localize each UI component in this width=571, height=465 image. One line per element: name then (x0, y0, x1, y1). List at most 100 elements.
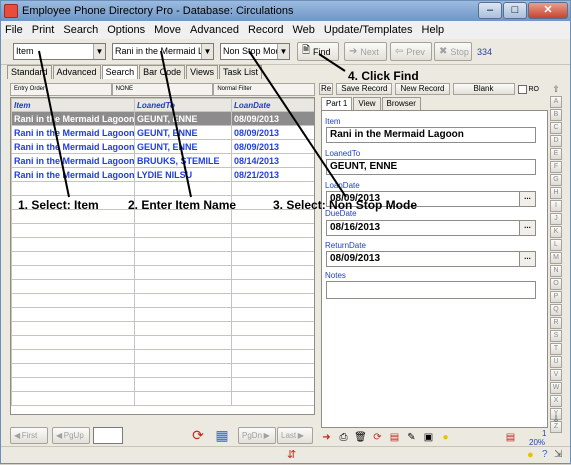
color-grid-icon[interactable]: ▦ (212, 426, 232, 445)
alpha-button[interactable]: I (550, 200, 562, 212)
alpha-button[interactable]: P (550, 291, 562, 303)
alpha-button[interactable]: C (550, 122, 562, 134)
date-picker-icon[interactable]: ... (519, 221, 535, 235)
menu-web[interactable]: Web (292, 24, 314, 36)
table-row[interactable]: Rani in the Mermaid Lagoon GEUNT, ENNE 0… (11, 125, 314, 140)
resize-grip-icon[interactable]: ⇲ (554, 449, 566, 461)
sort-order-button[interactable]: Entry Order (10, 83, 112, 96)
alpha-button[interactable]: A (550, 96, 562, 108)
pgdn-button[interactable]: PgDn ▶ (238, 427, 276, 444)
chevron-down-icon[interactable]: ▼ (277, 44, 289, 59)
prev-button[interactable]: ⇦ Prev (390, 42, 432, 61)
ro-checkbox[interactable] (517, 85, 527, 94)
alpha-button[interactable]: E (550, 148, 562, 160)
first-button[interactable]: ◀ First (10, 427, 48, 444)
secondary-sort-button[interactable]: NONE (111, 83, 214, 96)
tab-search[interactable]: Search (101, 65, 139, 79)
returndate-field[interactable]: 08/09/2013 ... (326, 251, 536, 267)
menu-update-templates[interactable]: Update/Templates (324, 24, 413, 36)
menu-move[interactable]: Move (154, 24, 181, 36)
alpha-button[interactable]: T (550, 343, 562, 355)
tab-part-1[interactable]: Part 1 (321, 97, 353, 110)
scroll-up-icon[interactable]: ⇧ (550, 84, 562, 96)
alpha-button[interactable]: H (550, 187, 562, 199)
chevron-down-icon[interactable]: ▼ (93, 44, 105, 59)
refresh-icon[interactable]: ⟳ (188, 426, 208, 445)
maximize-icon[interactable]: □ (503, 2, 527, 19)
find-button[interactable]: 🗎 Find (297, 42, 339, 61)
alpha-button[interactable]: K (550, 226, 562, 238)
menu-search[interactable]: Search (63, 24, 98, 36)
alpha-button[interactable]: X (550, 395, 562, 407)
alpha-button[interactable]: W (550, 382, 562, 394)
alpha-button[interactable]: S (550, 330, 562, 342)
alpha-button[interactable]: G (550, 174, 562, 186)
table-row[interactable]: Rani in the Mermaid Lagoon BRUUKS, STEMI… (11, 153, 314, 168)
back-arrow-icon[interactable]: ➜ (319, 430, 334, 445)
alpha-button[interactable]: F (550, 161, 562, 173)
pgup-button[interactable]: ◀ PgUp (52, 427, 90, 444)
table-row[interactable]: Rani in the Mermaid Lagoon GEUNT, ENNE 0… (11, 139, 314, 154)
next-button[interactable]: ➔ Next (344, 42, 387, 61)
column-header-item[interactable]: Item (11, 98, 135, 112)
alpha-button[interactable]: J (550, 213, 562, 225)
alpha-button[interactable]: N (550, 265, 562, 277)
alpha-button[interactable]: L (550, 239, 562, 251)
edit-icon[interactable]: ✎ (404, 430, 419, 445)
column-header-loanedto[interactable]: LoanedTo (134, 98, 232, 112)
tab-advanced[interactable]: Advanced (52, 65, 101, 79)
column-header-loandate[interactable]: LoanDate (231, 98, 314, 112)
mode-select[interactable]: Non Stop Mode ▼ (220, 43, 290, 60)
date-picker-icon[interactable]: ... (519, 192, 535, 206)
stop-button[interactable]: ✖ Stop (434, 42, 472, 61)
menu-options[interactable]: Options (107, 24, 145, 36)
date-picker-icon[interactable]: ... (519, 252, 535, 266)
menu-print[interactable]: Print (32, 24, 55, 36)
save-record-button[interactable]: Save Record (336, 83, 393, 95)
window-icon[interactable]: ▣ (421, 430, 436, 445)
alpha-button[interactable]: U (550, 356, 562, 368)
blank-button[interactable]: Blank (452, 83, 515, 95)
alpha-button[interactable]: Q (550, 304, 562, 316)
tab-view[interactable]: View (353, 97, 381, 110)
alpha-button[interactable]: R (550, 317, 562, 329)
item-field[interactable]: Rani in the Mermaid Lagoon (326, 127, 536, 143)
duedate-field[interactable]: 08/16/2013 ... (326, 220, 536, 236)
page-jump-input[interactable] (93, 427, 123, 444)
alpha-button[interactable]: B (550, 109, 562, 121)
loanedto-field[interactable]: GEUNT, ENNE (326, 159, 536, 175)
minimize-icon[interactable]: – (478, 2, 502, 19)
scroll-down-icon[interactable]: ⇩ (550, 414, 562, 426)
help-icon[interactable]: ? (542, 449, 554, 461)
menu-record[interactable]: Record (248, 24, 283, 36)
trash-icon[interactable]: 🗑 (353, 430, 368, 445)
refresh-icon[interactable]: ⟳ (370, 430, 385, 445)
read-only-toggle[interactable]: RO (517, 83, 539, 96)
tab-standard[interactable]: Standard (7, 65, 52, 79)
last-button[interactable]: Last ▶ (277, 427, 313, 444)
alpha-button[interactable]: M (550, 252, 562, 264)
menu-help[interactable]: Help (422, 24, 445, 36)
menu-file[interactable]: File (5, 24, 23, 36)
alpha-button[interactable]: V (550, 369, 562, 381)
tab-bar-code[interactable]: Bar Code (139, 65, 186, 79)
report-icon[interactable]: ▤ (387, 430, 402, 445)
alpha-button[interactable]: D (550, 135, 562, 147)
filter-button[interactable]: Normal Filter (213, 83, 316, 96)
tab-views[interactable]: Views (186, 65, 218, 79)
menu-advanced[interactable]: Advanced (190, 24, 239, 36)
close-icon[interactable]: ✕ (528, 2, 568, 19)
tab-task-list[interactable]: Task List (218, 65, 262, 79)
new-record-button[interactable]: New Record (395, 83, 450, 95)
lightbulb-icon[interactable]: ● (438, 430, 453, 445)
alpha-button[interactable]: O (550, 278, 562, 290)
tab-browser[interactable]: Browser (381, 97, 421, 110)
search-input[interactable]: Rani in the Mermaid Lagoon ▼ (112, 43, 214, 60)
print-icon[interactable]: ⎙ (336, 430, 351, 445)
notes-field[interactable] (326, 281, 536, 299)
chevron-down-icon[interactable]: ▼ (201, 44, 213, 59)
table-row[interactable]: Rani in the Mermaid Lagoon GEUNT, ENNE 0… (11, 111, 314, 126)
field-select[interactable]: Item ▼ (13, 43, 106, 60)
export-icon[interactable]: ▤ (503, 430, 518, 445)
table-row[interactable]: Rani in the Mermaid Lagoon LYDIE NILSU 0… (11, 167, 314, 182)
